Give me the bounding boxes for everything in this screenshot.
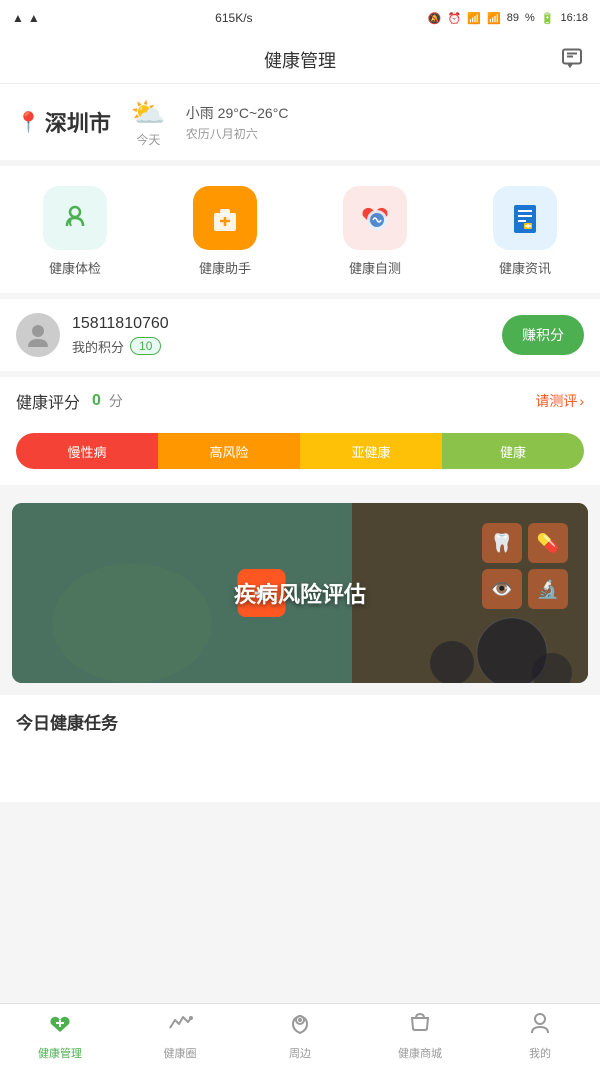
quick-icon-jkzc[interactable]: 健康自测: [343, 186, 407, 277]
warning-icon: ▲: [12, 11, 24, 25]
time-display: 16:18: [560, 12, 588, 24]
nav-nearby-icon: [287, 1010, 313, 1042]
bar-track: 慢性病 高风险 亚健康 健康: [16, 433, 584, 469]
health-score-label: 健康评分: [16, 389, 80, 413]
nav-health-mgmt[interactable]: 健康管理: [0, 1004, 120, 1067]
jkft-label: 健康体检: [49, 258, 101, 277]
bar-high-risk: 高风险: [158, 433, 300, 469]
banner-overlay: 疾病风险评估: [12, 503, 588, 683]
weather-info: ⛅ 今天: [131, 96, 166, 148]
quick-icons-section: 健康体检 健康助手 健康自测: [0, 166, 600, 299]
weather-cloud-icon: ⛅: [131, 96, 166, 129]
health-score-value: 0: [92, 392, 101, 410]
today-tasks-title: 今日健康任务: [0, 695, 600, 742]
weather-lunar-text: 农历八月初六: [186, 125, 289, 142]
jkzs-label: 健康助手: [199, 258, 251, 277]
signal-bars: 📶: [487, 12, 501, 25]
health-score-action[interactable]: 请测评 ›: [535, 391, 584, 411]
status-right: 🔕 ⏰ 📶 📶 89 % 🔋 16:18: [428, 12, 588, 25]
status-speed: 615K/s: [215, 11, 252, 25]
disease-risk-banner[interactable]: + 🦷 💊 👁️ 🔬 疾病风险评估: [12, 503, 588, 683]
nav-health-mgmt-icon: [47, 1010, 73, 1042]
nav-mine-icon: [527, 1010, 553, 1042]
earn-points-button[interactable]: 赚积分: [502, 315, 584, 355]
user-left: 15811810760 我的积分 10: [16, 313, 169, 357]
nav-mine-label: 我的: [529, 1045, 551, 1061]
my-score-label: 我的积分: [72, 337, 124, 356]
score-badge: 10: [130, 337, 161, 355]
battery-percent: 89: [507, 12, 519, 24]
banner-title: 疾病风险评估: [234, 577, 366, 609]
jkzc-label: 健康自测: [349, 258, 401, 277]
battery-icon: 🔋: [541, 12, 555, 25]
nav-health-shop[interactable]: 健康商城: [360, 1004, 480, 1067]
bottom-nav: 健康管理 健康圈 周边 健康商城: [0, 1003, 600, 1067]
user-info: 15811810760 我的积分 10: [72, 315, 169, 356]
health-score-left: 健康评分 0 分: [16, 389, 123, 413]
nav-nearby[interactable]: 周边: [240, 1004, 360, 1067]
user-phone: 15811810760: [72, 315, 169, 333]
weather-day: 今天: [136, 131, 160, 148]
jkzx-icon: [493, 186, 557, 250]
nav-health-shop-label: 健康商城: [398, 1045, 442, 1061]
jkzx-label: 健康资讯: [499, 258, 551, 277]
weather-bar: 📍 深圳市 ⛅ 今天 小雨 29°C~26°C 农历八月初六: [0, 84, 600, 166]
user-avatar: [16, 313, 60, 357]
city-name: 深圳市: [45, 106, 111, 138]
wifi-icon: 📶: [467, 12, 481, 25]
chevron-right-icon: ›: [579, 393, 584, 409]
location: 📍 深圳市: [16, 106, 111, 138]
alarm-icon: ⏰: [448, 12, 462, 25]
quick-icon-jkzx[interactable]: 健康资讯: [493, 186, 557, 277]
nav-health-circle-label: 健康圈: [164, 1045, 197, 1061]
user-score: 我的积分 10: [72, 337, 169, 356]
user-bar: 15811810760 我的积分 10 赚积分: [0, 299, 600, 377]
quick-icon-jkzs[interactable]: 健康助手: [193, 186, 257, 277]
nav-health-shop-icon: [407, 1010, 433, 1042]
bar-chronic: 慢性病: [16, 433, 158, 469]
jkzc-icon: [343, 186, 407, 250]
signal-icon: ▲: [28, 11, 40, 25]
health-score-unit: 分: [109, 391, 123, 411]
status-left: ▲ ▲: [12, 11, 40, 25]
app-header: 健康管理: [0, 36, 600, 84]
location-pin-icon: 📍: [16, 110, 41, 135]
health-score-row: 健康评分 0 分 请测评 ›: [0, 377, 600, 425]
status-bar: ▲ ▲ 615K/s 🔕 ⏰ 📶 📶 89 % 🔋 16:18: [0, 0, 600, 36]
weather-main-text: 小雨 29°C~26°C: [186, 103, 289, 123]
bar-healthy: 健康: [442, 433, 584, 469]
nav-health-mgmt-label: 健康管理: [38, 1045, 82, 1061]
nav-nearby-label: 周边: [289, 1045, 311, 1061]
bar-sub-health: 亚健康: [300, 433, 442, 469]
nav-health-circle[interactable]: 健康圈: [120, 1004, 240, 1067]
nav-mine[interactable]: 我的: [480, 1004, 600, 1067]
jkft-icon: [43, 186, 107, 250]
quick-icon-jkft[interactable]: 健康体检: [43, 186, 107, 277]
weather-description: 小雨 29°C~26°C 农历八月初六: [186, 103, 289, 142]
score-bar-section: 慢性病 高风险 亚健康 健康: [0, 425, 600, 491]
today-tasks-content: [0, 742, 600, 802]
page-title: 健康管理: [264, 47, 336, 73]
battery-percent-sign: %: [525, 12, 535, 24]
mute-icon: 🔕: [428, 12, 442, 25]
jkzs-icon: [193, 186, 257, 250]
message-icon[interactable]: [560, 45, 584, 74]
nav-health-circle-icon: [167, 1010, 193, 1042]
health-score-action-label: 请测评: [535, 391, 577, 411]
